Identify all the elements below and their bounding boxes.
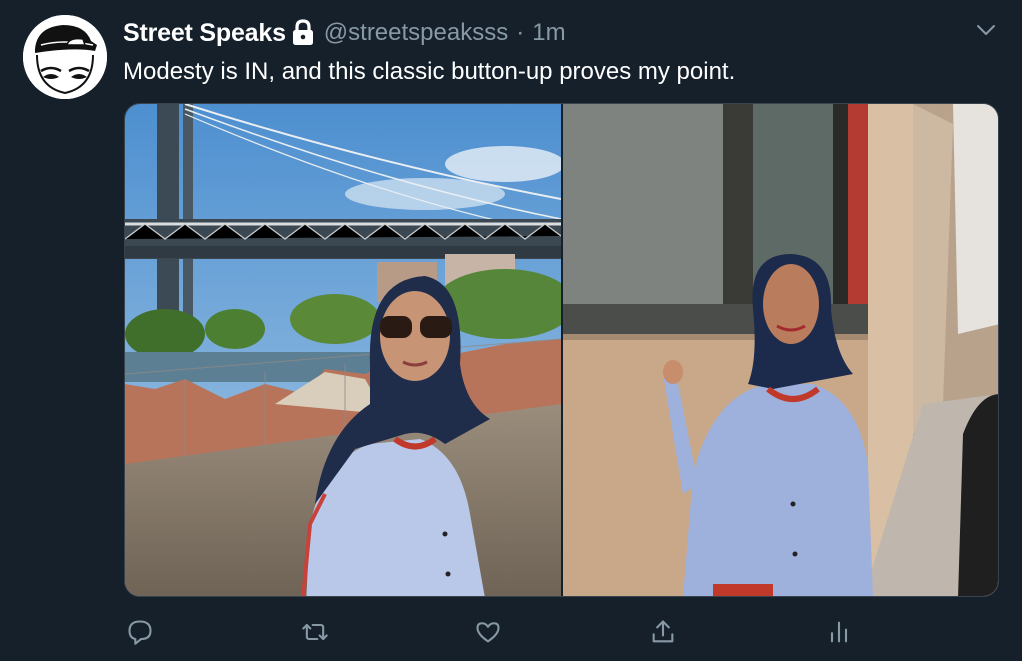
like-button[interactable]: [470, 614, 506, 650]
tweet[interactable]: Street Speaks @streetspeaksss · 1m Modes…: [0, 0, 1022, 661]
handle[interactable]: @streetspeaksss: [324, 19, 508, 47]
analytics-button[interactable]: [821, 614, 857, 650]
chevron-down-icon: [977, 25, 995, 35]
tweet-actions: [0, 612, 1022, 652]
reply-button[interactable]: [122, 614, 158, 650]
retweet-icon: [302, 623, 328, 641]
retweet-button[interactable]: [297, 614, 333, 650]
timestamp[interactable]: 1m: [532, 19, 565, 47]
heart-icon: [476, 622, 500, 643]
tweet-header: Street Speaks @streetspeaksss · 1m: [123, 16, 566, 50]
avatar[interactable]: [23, 15, 107, 99]
media-grid: [124, 103, 999, 597]
display-name[interactable]: Street Speaks: [123, 19, 286, 48]
avatar-illustration: [23, 15, 107, 99]
more-options-button[interactable]: [972, 16, 1000, 44]
photo-wall[interactable]: [563, 104, 998, 596]
reply-icon: [128, 620, 152, 645]
analytics-icon: [830, 621, 848, 643]
share-icon: [652, 620, 674, 643]
share-button[interactable]: [645, 614, 681, 650]
lock-icon: [290, 19, 316, 47]
separator: ·: [516, 19, 525, 46]
photo-bridge[interactable]: [125, 104, 561, 596]
tweet-text: Modesty is IN, and this classic button-u…: [123, 58, 736, 85]
